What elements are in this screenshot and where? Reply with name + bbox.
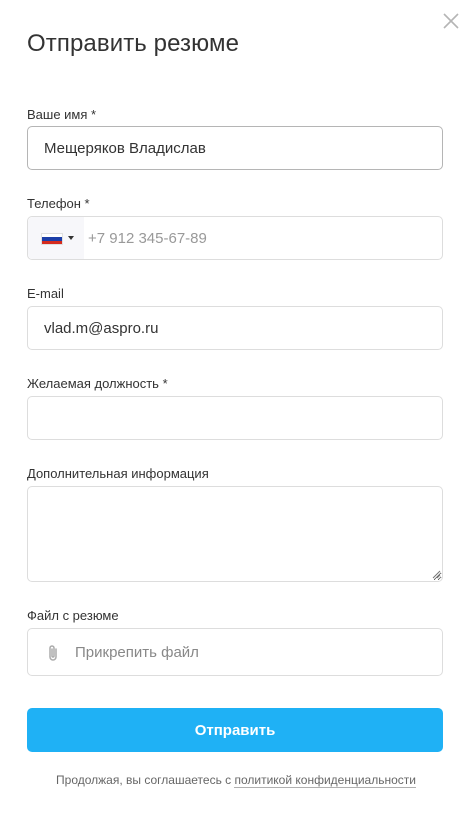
email-label: E-mail (27, 286, 64, 301)
close-icon[interactable] (440, 10, 462, 32)
caret-down-icon (68, 236, 74, 240)
dialog-title: Отправить резюме (27, 30, 240, 57)
email-field[interactable] (27, 306, 443, 350)
position-label: Желаемая должность * (27, 376, 168, 391)
country-select[interactable] (28, 217, 84, 259)
paperclip-icon (49, 645, 57, 661)
phone-label: Телефон * (27, 196, 90, 211)
attach-file-button[interactable]: Прикрепить файл (27, 628, 443, 676)
submit-button[interactable]: Отправить (27, 708, 443, 752)
info-label: Дополнительная информация (27, 466, 209, 481)
privacy-policy-link[interactable]: политикой конфиденциальности (234, 773, 416, 788)
name-field[interactable] (27, 126, 443, 170)
attach-file-text: Прикрепить файл (75, 644, 199, 661)
phone-input[interactable] (88, 217, 438, 259)
position-field[interactable] (27, 396, 443, 440)
russia-flag-icon (41, 233, 63, 245)
consent-prefix: Продолжая, вы соглашаетесь с (56, 773, 235, 787)
phone-field-group (27, 216, 443, 260)
info-textarea[interactable] (27, 486, 443, 582)
name-label: Ваше имя * (27, 107, 97, 122)
file-label: Файл с резюме (27, 608, 119, 623)
consent-text: Продолжая, вы соглашаетесь с политикой к… (0, 773, 472, 788)
